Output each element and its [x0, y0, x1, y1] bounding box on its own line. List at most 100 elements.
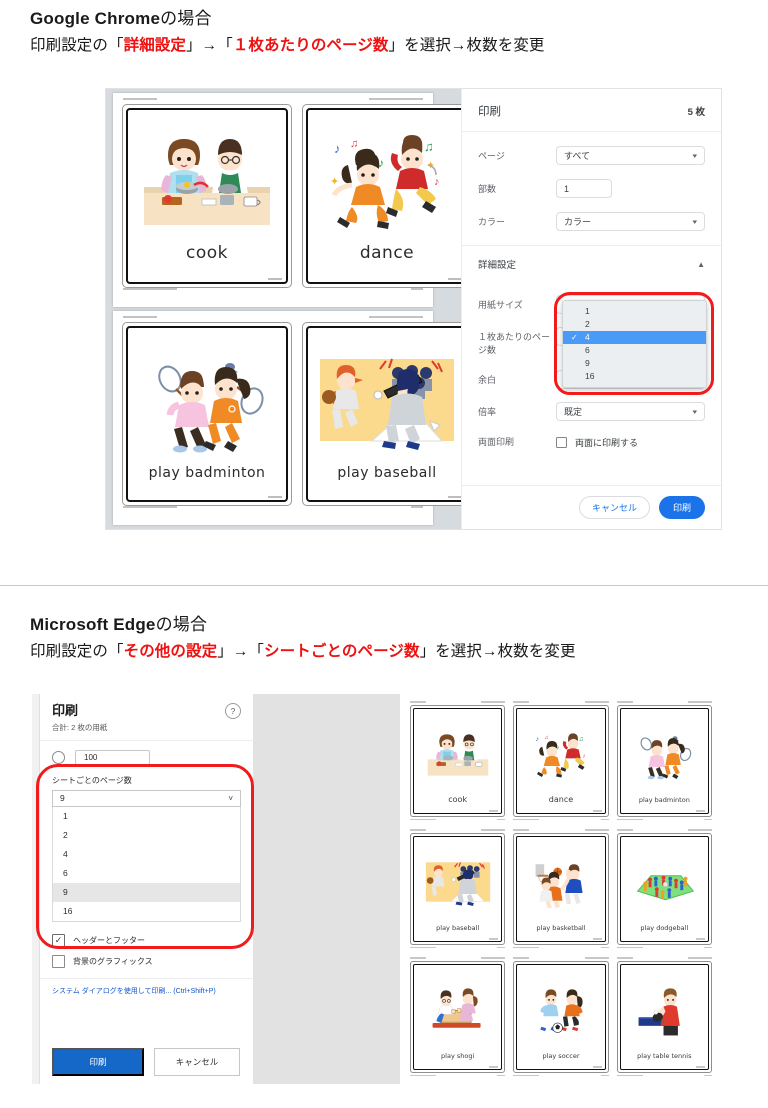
chrome-print-screenshot: cook ♪ ♫ ♩ ♪ ♫ ♪	[105, 88, 722, 530]
card-footer-mark	[696, 1066, 705, 1068]
flashcard-word: dance	[548, 794, 574, 804]
copies-label: 部数	[478, 184, 497, 194]
page-header-marks	[616, 957, 712, 959]
chrome-row-copies: 部数 1	[462, 179, 721, 198]
copies-input[interactable]: 1	[556, 179, 612, 198]
pages-select[interactable]: すべて ▾	[556, 146, 705, 165]
baseball-illustration	[312, 334, 461, 465]
duplex-checkbox-group[interactable]: 両面に印刷する	[556, 436, 638, 449]
svg-text:♪: ♪	[583, 753, 586, 759]
card-footer-mark	[268, 496, 282, 498]
print-button[interactable]: 印刷	[52, 1048, 144, 1076]
help-icon[interactable]: ?	[225, 703, 241, 719]
card-footer-mark	[592, 1066, 602, 1068]
page-footer-marks	[410, 1074, 506, 1076]
scale-select[interactable]: 既定 ▾	[556, 402, 705, 421]
section-chrome: Google Chromeの場合 印刷設定の「詳細設定」→「１枚あたりのページ数…	[0, 8, 768, 57]
chrome-sheet-count: 5 枚	[687, 107, 705, 118]
flashcard: play baseball	[410, 832, 506, 945]
checkbox-icon[interactable]	[556, 437, 567, 448]
edge-dialog-footer: 印刷 キャンセル	[40, 1048, 253, 1076]
flashcard-word: play table tennis	[637, 1051, 692, 1060]
flashcard: play badminton	[122, 322, 292, 506]
radio-icon[interactable]	[52, 750, 65, 764]
color-select[interactable]: カラー ▾	[556, 212, 705, 231]
flashcard: cook	[122, 104, 292, 288]
edge-sub-p2: 」→「	[217, 642, 265, 660]
advanced-settings-toggle[interactable]: 詳細設定 ▲	[462, 245, 721, 281]
red-highlight-oval	[36, 764, 254, 949]
shogi-illustration	[416, 969, 499, 1052]
card-footer-mark	[448, 278, 461, 280]
color-select-value: カラー	[564, 217, 592, 227]
card-footer-mark	[592, 938, 602, 940]
chrome-row-color: カラー カラー ▾	[462, 212, 721, 231]
chrome-sub-r1: 詳細設定	[123, 36, 187, 54]
card-row: cook ♪ ♫ ♩ ♪ ♫ ♪	[113, 100, 461, 288]
grid-cell: play soccer	[509, 954, 612, 1082]
dodgeball-illustration	[623, 841, 706, 924]
card-footer-mark	[489, 1066, 499, 1068]
grid-cell: play dodgeball	[613, 826, 716, 954]
pages-select-value: すべて	[564, 151, 591, 161]
chrome-sub-p2: 」→「	[186, 36, 233, 54]
svg-text:♫: ♫	[579, 736, 584, 743]
cook-illustration	[132, 116, 282, 243]
card-footer-mark	[696, 810, 705, 812]
chrome-print-preview: cook ♪ ♫ ♩ ♪ ♫ ♪	[106, 89, 461, 529]
card-row: play badminton play baseball	[113, 318, 461, 506]
edge-sub-r1: その他の設定	[123, 642, 218, 660]
scale-input[interactable]: 100	[75, 749, 150, 765]
page-header-marks	[513, 829, 609, 831]
edge-sub-r2: シートごとのページ数	[264, 642, 420, 660]
preview-page: play badminton play baseball	[113, 311, 461, 525]
page-header-marks	[113, 311, 433, 318]
flashcard-word: play soccer	[542, 1051, 580, 1060]
chrome-title-rest: の場合	[160, 9, 212, 28]
background-graphics-row[interactable]: 背景のグラフィックス	[40, 951, 253, 972]
flashcard-word: cook	[186, 243, 228, 263]
checkbox-icon[interactable]	[52, 954, 65, 968]
svg-text:♫: ♫	[424, 139, 434, 154]
flashcard: play dodgeball	[616, 832, 712, 945]
chrome-row-duplex: 両面印刷 両面に印刷する	[462, 436, 721, 449]
flashcard-word: play baseball	[337, 465, 437, 481]
color-label: カラー	[478, 217, 506, 227]
svg-text:✦: ✦	[330, 176, 339, 188]
card-footer-mark	[268, 278, 282, 280]
chrome-section-title: Google Chromeの場合	[30, 8, 768, 31]
flashcard: play table tennis	[616, 960, 712, 1073]
flashcard-word: play basketball	[536, 923, 586, 932]
copies-value: 1	[564, 183, 570, 194]
flashcard: play baseball	[302, 322, 461, 506]
card-footer-mark	[489, 938, 499, 940]
card-footer-mark	[448, 496, 461, 498]
system-dialog-link[interactable]: システム ダイアログを使用して印刷... (Ctrl+Shift+P)	[40, 977, 253, 996]
cancel-button[interactable]: キャンセル	[154, 1048, 240, 1076]
flashcard-word: play shogi	[441, 1051, 475, 1060]
flashcard: play badminton	[616, 704, 712, 817]
chrome-row-pages: ページ すべて ▾	[462, 146, 721, 165]
duplex-checkbox-label: 両面に印刷する	[575, 438, 639, 448]
grid-cell: play table tennis	[613, 954, 716, 1082]
edge-sub-p1: 印刷設定の「	[30, 642, 124, 660]
edge-dialog-title: 印刷	[52, 703, 79, 718]
badminton-illustration	[623, 713, 706, 796]
print-button[interactable]: 印刷	[658, 496, 705, 519]
edge-print-screenshot: 印刷 合計: 2 枚の用紙 ? 100 シートごとのページ数 9 ˅ 1 2 4…	[32, 694, 720, 1084]
grid-cell: play baseball	[406, 826, 509, 954]
page-footer-marks	[616, 818, 712, 820]
grid-cell: cook	[406, 698, 509, 826]
soccer-illustration	[519, 969, 602, 1052]
chrome-dialog-header: 印刷 5 枚	[462, 89, 721, 132]
edge-heading-block: Microsoft Edgeの場合 印刷設定の「その他の設定」→「シートごとのペ…	[0, 614, 768, 663]
flashcard: ♪ ♫ ♩ ♪ ♫ ♪	[513, 704, 609, 817]
margin-label: 余白	[478, 375, 497, 385]
chrome-row-scale: 倍率 既定 ▾	[462, 402, 721, 421]
duplex-label: 両面印刷	[478, 437, 515, 447]
cancel-button[interactable]: キャンセル	[578, 496, 650, 519]
edge-title-rest: の場合	[155, 615, 208, 634]
edge-dialog-header: 印刷 合計: 2 枚の用紙 ?	[40, 694, 253, 741]
svg-text:♫: ♫	[350, 138, 358, 150]
card-footer-mark	[696, 938, 705, 940]
